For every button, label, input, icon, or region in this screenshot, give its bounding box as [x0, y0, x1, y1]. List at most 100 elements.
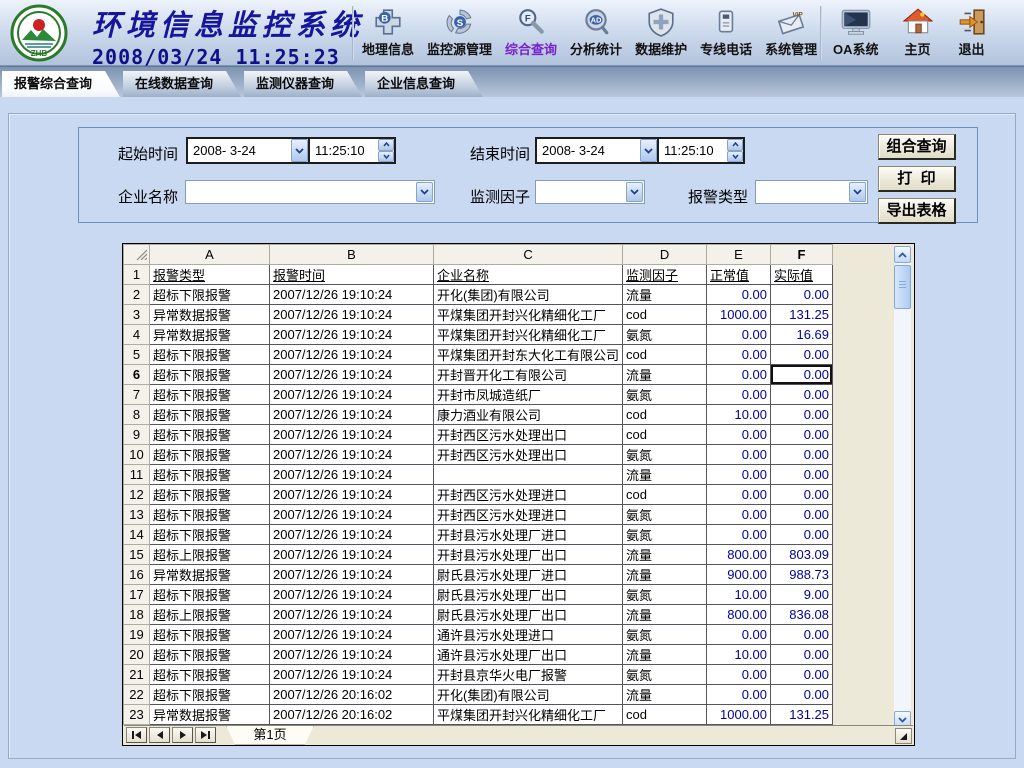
toolbar-item-数据维护[interactable]: 数据维护 [635, 5, 687, 58]
row-header-4[interactable]: 4 [124, 325, 150, 345]
cell-normal-value[interactable]: 10.00 [707, 405, 771, 425]
row-header-1[interactable]: 1 [124, 265, 150, 285]
cell-normal-value[interactable]: 900.00 [707, 565, 771, 585]
cell-alarm-type[interactable]: 超标下限报警 [150, 405, 270, 425]
row-header-3[interactable]: 3 [124, 305, 150, 325]
row-header-15[interactable]: 15 [124, 545, 150, 565]
cell-company-name[interactable]: 开封西区污水处理出口 [434, 425, 623, 445]
field-header-cell[interactable]: 实际值 [771, 265, 833, 285]
cell-normal-value[interactable]: 0.00 [707, 665, 771, 685]
cell-normal-value[interactable]: 0.00 [707, 505, 771, 525]
print-button[interactable]: 打 印 [878, 166, 956, 192]
row-header-18[interactable]: 18 [124, 605, 150, 625]
cell-alarm-type[interactable]: 超标下限报警 [150, 665, 270, 685]
cell-actual-value[interactable]: 0.00 [771, 345, 833, 365]
cell-actual-value[interactable]: 9.00 [771, 585, 833, 605]
pager-last-button[interactable] [195, 727, 216, 743]
field-header-cell[interactable]: 报警类型 [150, 265, 270, 285]
cell-alarm-type[interactable]: 异常数据报警 [150, 705, 270, 725]
cell-alarm-type[interactable]: 异常数据报警 [150, 325, 270, 345]
cell-alarm-time[interactable]: 2007/12/26 19:10:24 [270, 585, 434, 605]
toolbar-item-专线电话[interactable]: 专线电话 [700, 5, 752, 58]
cell-normal-value[interactable]: 0.00 [707, 465, 771, 485]
cell-alarm-time[interactable]: 2007/12/26 19:10:24 [270, 505, 434, 525]
cell-actual-value[interactable]: 0.00 [771, 685, 833, 705]
cell-alarm-time[interactable]: 2007/12/26 19:10:24 [270, 645, 434, 665]
cell-actual-value[interactable]: 16.69 [771, 325, 833, 345]
cell-actual-value[interactable]: 836.08 [771, 605, 833, 625]
alarm-type-dropdown-button[interactable] [849, 182, 866, 202]
vertical-scrollbar[interactable] [894, 246, 911, 728]
cell-company-name[interactable]: 开封县污水处理厂进口 [434, 525, 623, 545]
column-header-A[interactable]: A [150, 245, 270, 265]
active-cell[interactable]: 0.00 [771, 365, 833, 385]
cell-monitor-factor[interactable]: 氨氮 [623, 505, 707, 525]
spin-down-button[interactable] [727, 151, 743, 163]
cell-alarm-time[interactable]: 2007/12/26 19:10:24 [270, 365, 434, 385]
cell-alarm-time[interactable]: 2007/12/26 19:10:24 [270, 665, 434, 685]
cell-alarm-type[interactable]: 异常数据报警 [150, 565, 270, 585]
row-header-23[interactable]: 23 [124, 705, 150, 725]
cell-alarm-type[interactable]: 超标下限报警 [150, 365, 270, 385]
row-header-10[interactable]: 10 [124, 445, 150, 465]
cell-monitor-factor[interactable]: 氨氮 [623, 585, 707, 605]
cell-monitor-factor[interactable]: 流量 [623, 545, 707, 565]
cell-normal-value[interactable]: 1000.00 [707, 705, 771, 725]
cell-alarm-time[interactable]: 2007/12/26 19:10:24 [270, 425, 434, 445]
pager-first-button[interactable] [126, 727, 147, 743]
company-combobox[interactable] [185, 180, 435, 204]
cell-normal-value[interactable]: 0.00 [707, 345, 771, 365]
scroll-up-button[interactable] [894, 246, 911, 263]
pager-prev-button[interactable] [149, 727, 170, 743]
grid-corner-cell[interactable] [124, 245, 150, 265]
start-time-value[interactable]: 11:25:10 [310, 143, 378, 158]
grid-resize-button[interactable] [895, 728, 912, 744]
toolbar-item-主页[interactable]: 主页 [903, 5, 933, 58]
cell-normal-value[interactable]: 0.00 [707, 365, 771, 385]
row-header-13[interactable]: 13 [124, 505, 150, 525]
toolbar-item-退出[interactable]: 退出 [957, 5, 987, 58]
cell-normal-value[interactable]: 0.00 [707, 485, 771, 505]
cell-monitor-factor[interactable]: 流量 [623, 645, 707, 665]
cell-alarm-time[interactable]: 2007/12/26 19:10:24 [270, 305, 434, 325]
cell-alarm-type[interactable]: 超标下限报警 [150, 425, 270, 445]
cell-alarm-time[interactable]: 2007/12/26 20:16:02 [270, 685, 434, 705]
cell-company-name[interactable] [434, 465, 623, 485]
cell-alarm-type[interactable]: 超标上限报警 [150, 545, 270, 565]
cell-alarm-time[interactable]: 2007/12/26 19:10:24 [270, 565, 434, 585]
cell-normal-value[interactable]: 0.00 [707, 385, 771, 405]
row-header-9[interactable]: 9 [124, 425, 150, 445]
cell-alarm-time[interactable]: 2007/12/26 19:10:24 [270, 525, 434, 545]
cell-alarm-type[interactable]: 超标下限报警 [150, 685, 270, 705]
cell-alarm-time[interactable]: 2007/12/26 19:10:24 [270, 605, 434, 625]
cell-actual-value[interactable]: 0.00 [771, 445, 833, 465]
cell-company-name[interactable]: 康力酒业有限公司 [434, 405, 623, 425]
cell-actual-value[interactable]: 0.00 [771, 525, 833, 545]
cell-monitor-factor[interactable]: cod [623, 485, 707, 505]
tab-报警综合查询[interactable]: 报警综合查询 [2, 71, 120, 97]
cell-normal-value[interactable]: 1000.00 [707, 305, 771, 325]
cell-monitor-factor[interactable]: 氨氮 [623, 445, 707, 465]
cell-alarm-type[interactable]: 超标下限报警 [150, 525, 270, 545]
row-header-14[interactable]: 14 [124, 525, 150, 545]
cell-alarm-type[interactable]: 超标上限报警 [150, 605, 270, 625]
field-header-cell[interactable]: 报警时间 [270, 265, 434, 285]
cell-actual-value[interactable]: 0.00 [771, 665, 833, 685]
alarm-type-combobox[interactable] [755, 180, 868, 204]
end-date-value[interactable]: 2008- 3-24 [537, 143, 640, 158]
cell-company-name[interactable]: 开封晋开化工有限公司 [434, 365, 623, 385]
cell-company-name[interactable]: 尉氏县污水处理厂出口 [434, 605, 623, 625]
cell-alarm-time[interactable]: 2007/12/26 20:16:02 [270, 705, 434, 725]
row-header-12[interactable]: 12 [124, 485, 150, 505]
cell-alarm-type[interactable]: 超标下限报警 [150, 585, 270, 605]
cell-monitor-factor[interactable]: 氨氮 [623, 625, 707, 645]
cell-actual-value[interactable]: 0.00 [771, 645, 833, 665]
end-date-dropdown-button[interactable] [640, 139, 657, 162]
cell-company-name[interactable]: 平煤集团开封兴化精细化工厂 [434, 305, 623, 325]
cell-normal-value[interactable]: 0.00 [707, 685, 771, 705]
cell-alarm-type[interactable]: 异常数据报警 [150, 305, 270, 325]
cell-company-name[interactable]: 开封市凤城造纸厂 [434, 385, 623, 405]
cell-monitor-factor[interactable]: cod [623, 425, 707, 445]
pager-next-button[interactable] [172, 727, 193, 743]
cell-normal-value[interactable]: 0.00 [707, 525, 771, 545]
